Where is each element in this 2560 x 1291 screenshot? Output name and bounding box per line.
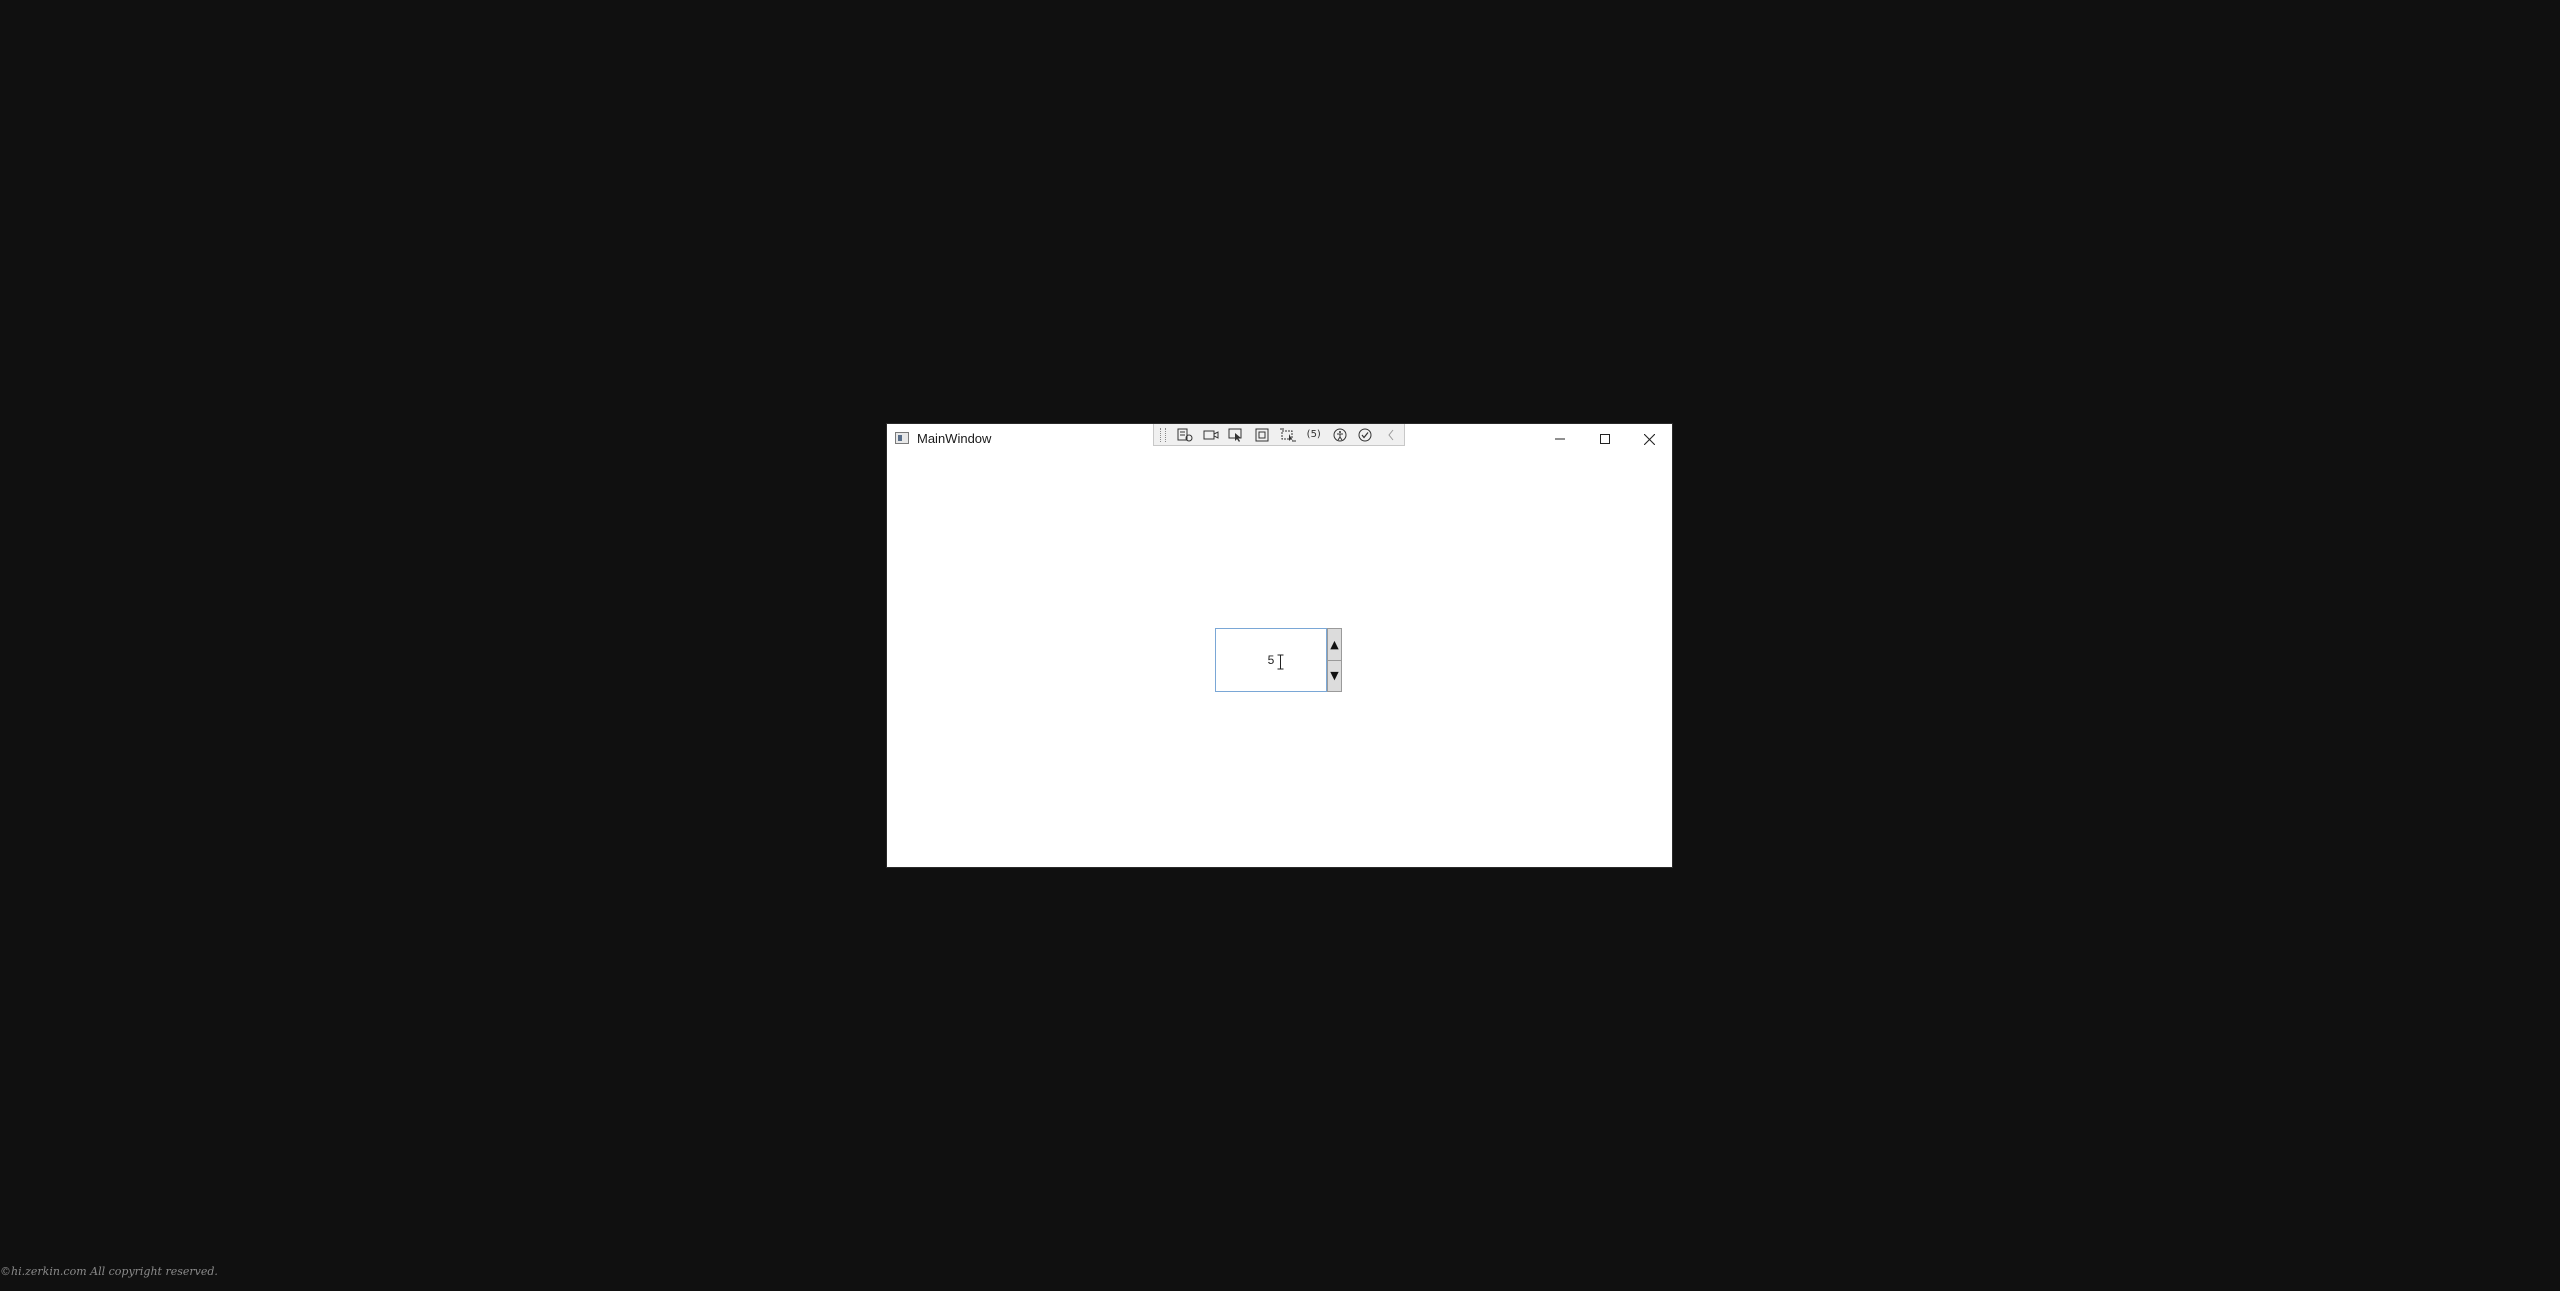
main-window: MainWindow (5) 5 ▲ ▼ <box>887 424 1672 867</box>
live-visual-tree-button[interactable] <box>1172 425 1198 445</box>
numeric-updown: ▲ ▼ <box>1215 628 1342 692</box>
app-icon <box>895 432 909 444</box>
copyright-text: ©hi.zerkin.com All copyright reserved. <box>0 1265 218 1278</box>
window-controls <box>1537 424 1672 454</box>
select-in-app-button[interactable] <box>1224 425 1250 445</box>
spin-buttons: ▲ ▼ <box>1327 628 1342 692</box>
camera-icon <box>1203 430 1219 439</box>
select-element-button[interactable] <box>1198 425 1224 445</box>
chevron-left-icon <box>1388 429 1394 440</box>
check-circle-icon <box>1358 428 1372 441</box>
binding-failures-count: (5) <box>1306 429 1321 440</box>
visual-tree-icon <box>1177 428 1193 441</box>
focus-track-icon <box>1279 428 1296 441</box>
desktop: MainWindow (5) 5 ▲ ▼ ©hi.zerkin.com All … <box>0 0 2560 1291</box>
xaml-debug-toolbar: (5) <box>1153 424 1405 446</box>
accessibility-button[interactable] <box>1327 425 1353 445</box>
arrow-down-icon: ▼ <box>1330 669 1339 683</box>
close-icon <box>1644 433 1655 445</box>
minimize-icon <box>1554 438 1565 440</box>
toolbar-grip[interactable] <box>1160 427 1166 442</box>
binding-failures-button[interactable]: (5) <box>1301 425 1327 445</box>
decrement-button[interactable]: ▼ <box>1328 661 1341 692</box>
maximize-icon <box>1599 434 1610 444</box>
layout-adorners-button[interactable] <box>1249 425 1275 445</box>
increment-button[interactable]: ▲ <box>1328 629 1341 661</box>
title-bar[interactable]: MainWindow (5) <box>887 424 1672 454</box>
close-button[interactable] <box>1627 424 1672 454</box>
arrow-up-icon: ▲ <box>1330 637 1339 651</box>
numeric-value-input[interactable] <box>1215 628 1327 692</box>
track-focus-button[interactable] <box>1275 425 1301 445</box>
adorner-icon <box>1255 428 1269 441</box>
accessibility-icon <box>1333 428 1347 441</box>
pointer-select-icon <box>1228 428 1242 442</box>
hot-reload-button[interactable] <box>1352 425 1378 445</box>
minimize-button[interactable] <box>1537 424 1582 454</box>
window-title: MainWindow <box>917 431 992 446</box>
collapse-toolbar-button[interactable] <box>1378 425 1404 445</box>
maximize-button[interactable] <box>1582 424 1627 454</box>
